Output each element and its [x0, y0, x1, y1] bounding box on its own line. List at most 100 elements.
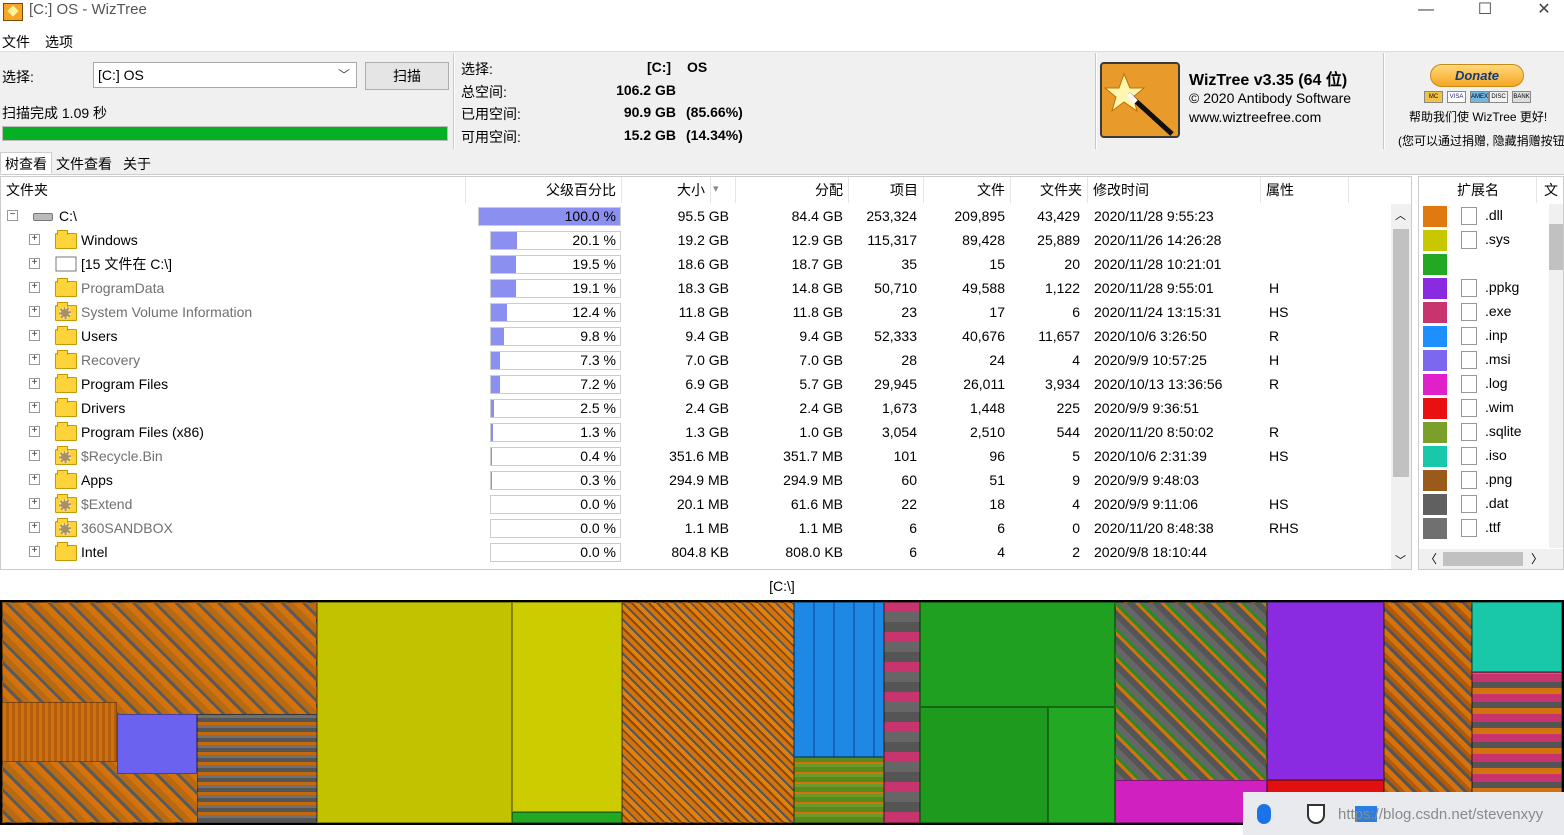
treemap-block[interactable]	[920, 707, 1048, 823]
treemap-block[interactable]	[197, 714, 317, 823]
treemap-block[interactable]	[794, 757, 884, 823]
column-header-attributes[interactable]: 属性	[1261, 177, 1349, 203]
extension-row[interactable]: .sys	[1419, 228, 1547, 252]
ext-scrollbar-thumb[interactable]	[1549, 224, 1563, 270]
table-row[interactable]: + Program Files 7.2 % 6.9 GB 5.7 GB 29,945 26,…	[1, 372, 1391, 396]
extension-row[interactable]: .ttf	[1419, 516, 1547, 540]
expand-icon[interactable]: +	[29, 378, 40, 389]
column-header-ext-files[interactable]: 文	[1539, 177, 1563, 203]
treemap-block[interactable]	[1472, 602, 1562, 672]
about-url[interactable]: www.wiztreefree.com	[1189, 109, 1321, 125]
table-row[interactable]: + ProgramData 19.1 % 18.3 GB 14.8 GB 50,710 49…	[1, 276, 1391, 300]
ext-horizontal-scrollbar[interactable]: 〈 〉	[1419, 549, 1563, 569]
expand-icon[interactable]: +	[29, 450, 40, 461]
treemap-block[interactable]	[117, 714, 197, 774]
tab-tree-view[interactable]: 树查看	[0, 152, 52, 174]
table-row[interactable]: + Recovery 7.3 % 7.0 GB 7.0 GB 28 24 4 2020/9/9 …	[1, 348, 1391, 372]
vertical-scrollbar[interactable]: ︿ ﹀	[1391, 204, 1411, 569]
table-row[interactable]: + Apps 0.3 % 294.9 MB 294.9 MB 60 51 9 2020/9/9 …	[1, 468, 1391, 492]
scroll-left-icon[interactable]: 〈	[1425, 550, 1437, 567]
tab-file-view[interactable]: 文件查看	[51, 152, 117, 174]
treemap-block-recovery[interactable]	[1267, 602, 1384, 780]
table-row[interactable]: − C:\ 100.0 % 95.5 GB 84.4 GB 253,324 209,895 4…	[1, 204, 1391, 228]
expand-icon[interactable]: −	[7, 210, 18, 221]
table-row[interactable]: + Drivers 2.5 % 2.4 GB 2.4 GB 1,673 1,448 225 20…	[1, 396, 1391, 420]
row-folders: 43,429	[1037, 208, 1080, 224]
scrollbar-thumb[interactable]	[1393, 229, 1409, 477]
close-button[interactable]: ✕	[1521, 0, 1564, 22]
extension-row[interactable]: .sqlite	[1419, 420, 1547, 444]
column-header-files[interactable]: 文件	[924, 177, 1011, 203]
column-header-allocated[interactable]: 分配	[736, 177, 849, 203]
expand-icon[interactable]: +	[29, 546, 40, 557]
treemap-block-pagefile[interactable]	[317, 602, 512, 823]
extension-row[interactable]: .dll	[1419, 204, 1547, 228]
column-header-modified[interactable]: 修改时间	[1088, 177, 1261, 203]
tab-about[interactable]: 关于	[118, 152, 156, 174]
maximize-button[interactable]: ☐	[1462, 0, 1508, 22]
scroll-right-icon[interactable]: 〉	[1531, 550, 1543, 567]
column-header-size[interactable]: 大小	[622, 177, 711, 203]
expand-icon[interactable]: +	[29, 234, 40, 245]
menu-options[interactable]: 选项	[45, 32, 73, 52]
expand-icon[interactable]: +	[29, 330, 40, 341]
treemap-block-hiberfil[interactable]	[512, 602, 622, 812]
table-row[interactable]: +360SANDBOX 0.0 % 1.1 MB 1.1 MB 6 6 0 2020/11/2…	[1, 516, 1391, 540]
extension-row[interactable]: .wim	[1419, 396, 1547, 420]
treemap-block[interactable]	[1048, 707, 1115, 823]
ext-vertical-scrollbar[interactable]	[1549, 204, 1563, 548]
table-row[interactable]: + Program Files (x86) 1.3 % 1.3 GB 1.0 GB 3,0…	[1, 420, 1391, 444]
expand-icon[interactable]: +	[29, 402, 40, 413]
treemap-block[interactable]	[2, 702, 117, 762]
treemap-block-system-volume[interactable]	[920, 602, 1115, 707]
expand-icon[interactable]: +	[29, 426, 40, 437]
extension-row[interactable]	[1419, 252, 1547, 276]
treemap-block[interactable]	[794, 602, 884, 757]
extension-panel[interactable]: 扩展名 文 .dll .sys .ppkg .exe .inp .msi .log .wim.…	[1418, 176, 1564, 570]
scan-button[interactable]: 扫描	[365, 62, 449, 90]
extension-row[interactable]: .png	[1419, 468, 1547, 492]
menu-file[interactable]: 文件	[2, 32, 30, 52]
drive-select[interactable]: [C:] OS ﹀	[93, 62, 357, 88]
table-row[interactable]: + [15 文件在 C:\] 19.5 % 18.6 GB 18.7 GB 35 15 20 2…	[1, 252, 1391, 276]
treemap-block-program-files[interactable]	[1384, 602, 1472, 823]
bluetooth-icon[interactable]	[1257, 804, 1271, 824]
donate-button[interactable]: Donate	[1430, 64, 1524, 87]
ext-hscroll-thumb[interactable]	[1443, 552, 1523, 566]
extension-row[interactable]: .log	[1419, 372, 1547, 396]
expand-icon[interactable]: +	[29, 282, 40, 293]
column-header-folder[interactable]: 文件夹	[1, 177, 466, 203]
security-shield-icon[interactable]	[1307, 804, 1325, 824]
column-header-items[interactable]: 项目	[849, 177, 924, 203]
donate-footnote: (您可以通过捐赠, 隐藏捐赠按钮	[1398, 134, 1564, 148]
column-header-parent-percent[interactable]: 父级百分比	[466, 177, 622, 203]
scroll-down-icon[interactable]: ﹀	[1395, 552, 1406, 568]
expand-icon[interactable]: +	[29, 474, 40, 485]
extension-row[interactable]: .exe	[1419, 300, 1547, 324]
expand-icon[interactable]: +	[29, 354, 40, 365]
minimize-button[interactable]: —	[1403, 0, 1449, 22]
column-header-extension[interactable]: 扩展名	[1449, 177, 1537, 203]
extension-row[interactable]: .msi	[1419, 348, 1547, 372]
extension-row[interactable]: .ppkg	[1419, 276, 1547, 300]
treemap-block-programdata[interactable]	[622, 602, 794, 823]
donate-help-text: 帮助我们使 WizTree 更好!	[1409, 110, 1548, 124]
table-row[interactable]: + System Volume Information 12.4 % 11.8 GB 1…	[1, 300, 1391, 324]
extension-row[interactable]: .iso	[1419, 444, 1547, 468]
table-row[interactable]: + Users 9.8 % 9.4 GB 9.4 GB 52,333 40,676 11,65…	[1, 324, 1391, 348]
expand-icon[interactable]: +	[29, 498, 40, 509]
table-row[interactable]: + Windows 20.1 % 19.2 GB 12.9 GB 115,317 89,42…	[1, 228, 1391, 252]
expand-icon[interactable]: +	[29, 258, 40, 269]
column-header-folders[interactable]: 文件夹	[1011, 177, 1088, 203]
extension-row[interactable]: .dat	[1419, 492, 1547, 516]
treemap-block[interactable]	[512, 812, 622, 823]
scroll-up-icon[interactable]: ︿	[1395, 207, 1406, 223]
folder-tree-grid[interactable]: 文件夹 父级百分比 大小 ▾ 分配 项目 文件 文件夹 修改时间 属性 − C:\…	[0, 176, 1412, 570]
table-row[interactable]: + Intel 0.0 % 804.8 KB 808.0 KB 6 4 2 2020/9/8 1…	[1, 540, 1391, 564]
extension-row[interactable]: .inp	[1419, 324, 1547, 348]
expand-icon[interactable]: +	[29, 522, 40, 533]
treemap-block[interactable]	[884, 602, 920, 823]
expand-icon[interactable]: +	[29, 306, 40, 317]
table-row[interactable]: + $Extend 0.0 % 20.1 MB 61.6 MB 22 18 4 2020/9/9…	[1, 492, 1391, 516]
table-row[interactable]: + $Recycle.Bin 0.4 % 351.6 MB 351.7 MB 101 96 5…	[1, 444, 1391, 468]
